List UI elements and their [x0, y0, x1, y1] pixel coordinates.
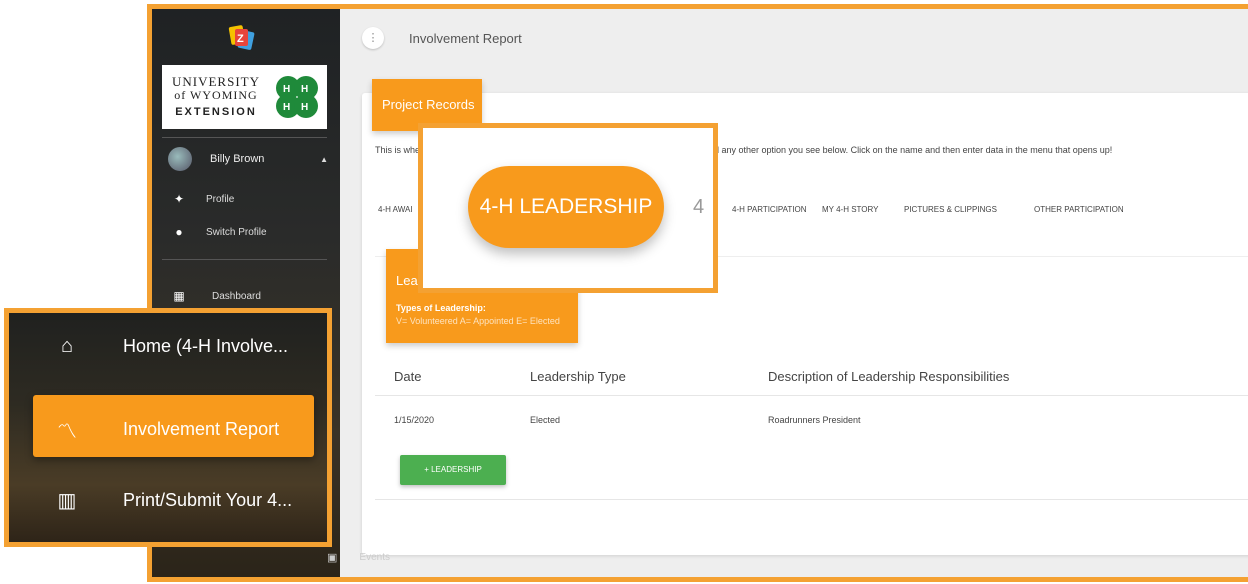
menu-item-print-submit[interactable]: ▥ Print/Submit Your 4...: [9, 488, 327, 513]
menu-item-label: Involvement Report: [123, 419, 280, 439]
sidebar-item-label: Profile: [206, 193, 235, 205]
intro-text-left: This is whe: [375, 145, 421, 155]
sidebar-divider: [162, 137, 327, 138]
tab-other-participation[interactable]: OTHER PARTICIPATION: [1034, 205, 1124, 214]
menu-item-involvement-report[interactable]: 〽 Involvement Report: [9, 415, 327, 444]
tab-pictures-clippings[interactable]: PICTURES & CLIPPINGS: [904, 205, 997, 214]
sidebar-divider: [162, 259, 327, 260]
table-icon: ▥: [57, 490, 77, 512]
account-icon: ●: [175, 225, 183, 239]
main-content: ⋮ Involvement Report Project Records Thi…: [340, 9, 1248, 577]
dashboard-icon: ▦: [173, 289, 185, 303]
menu-item-label: Home (4-H Involve...: [123, 336, 289, 356]
partial-tab-text: 4: [693, 196, 705, 218]
zsuite-logo-icon: Z: [228, 25, 255, 50]
4h-clover-icon: H H H H: [276, 76, 318, 118]
leadership-subtitle: Types of Leadership:: [396, 303, 486, 313]
svg-text:Z: Z: [237, 33, 244, 45]
avatar: [168, 147, 192, 171]
logo-line-2: of WYOMING: [174, 87, 258, 102]
events-icon: ▣: [327, 552, 338, 564]
sidebar-item-dashboard[interactable]: ▦ Dashboard: [172, 289, 261, 303]
column-header-type: Leadership Type: [530, 369, 626, 384]
svg-text:H: H: [301, 102, 308, 113]
leadership-tab-callout: 4-H LEADERSHIP 4: [418, 123, 718, 293]
university-logo: UNIVERSITY of WYOMING EXTENSION H H H H: [162, 65, 327, 129]
sidebar-item-profile[interactable]: ✦ Profile: [172, 192, 234, 206]
sidebar-item-switch-profile[interactable]: ● Switch Profile: [172, 225, 267, 239]
add-leadership-button[interactable]: + LEADERSHIP: [400, 455, 506, 485]
person-icon: ✦: [173, 192, 185, 206]
column-header-date: Date: [394, 369, 422, 384]
svg-text:H: H: [283, 102, 290, 113]
column-header-description: Description of Leadership Responsibiliti…: [768, 369, 1010, 384]
trending-icon: 〽: [57, 421, 77, 443]
sidebar-item-label: Dashboard: [212, 290, 261, 302]
user-menu[interactable]: Billy Brown ▲: [168, 147, 328, 171]
intro-text-right: d any other option you see below. Click …: [714, 145, 1113, 155]
topbar: ⋮ Involvement Report: [340, 9, 1248, 67]
sidebar-item-label: Switch Profile: [206, 226, 267, 238]
svg-text:H: H: [301, 84, 308, 95]
user-name: Billy Brown: [210, 153, 265, 165]
home-icon: ⌂: [60, 335, 74, 357]
tab-participation[interactable]: 4-H PARTICIPATION: [732, 205, 807, 214]
tab-4h-leadership[interactable]: 4-H LEADERSHIP: [468, 166, 664, 248]
menu-item-label: Print/Submit Your 4...: [123, 490, 293, 510]
caret-up-icon: ▲: [320, 154, 328, 164]
sidebar-item-events[interactable]: ▣ Events: [327, 551, 390, 564]
leadership-legend: V= Volunteered A= Appointed E= Elected: [396, 316, 560, 326]
tab-awards[interactable]: 4-H AWAI: [378, 205, 413, 214]
table-header-divider: [375, 395, 1248, 396]
page-title: Involvement Report: [409, 30, 522, 46]
table-cell-description: Roadrunners President: [768, 415, 861, 425]
menu-item-home[interactable]: ⌂ Home (4-H Involve...: [9, 335, 327, 358]
svg-text:H: H: [283, 84, 290, 95]
tab-my-story[interactable]: MY 4-H STORY: [822, 205, 878, 214]
table-bottom-divider: [375, 499, 1248, 500]
logo-line-1: UNIVERSITY: [172, 74, 260, 90]
sidebar-item-label: Events: [359, 552, 390, 563]
logo-line-3: EXTENSION: [175, 106, 257, 119]
menu-icon[interactable]: ⋮: [362, 27, 384, 49]
table-cell-date: 1/15/2020: [394, 415, 435, 425]
sidebar-menu-callout: ⌂ Home (4-H Involve... 〽 Involvement Rep…: [4, 308, 332, 547]
table-cell-type: Elected: [530, 415, 561, 425]
